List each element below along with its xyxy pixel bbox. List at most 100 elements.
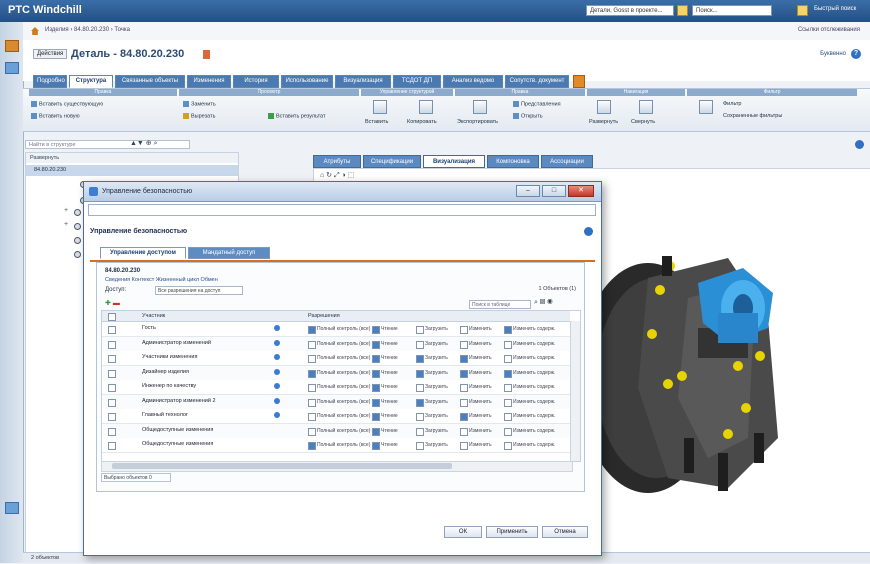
permission-checkbox[interactable] [460,442,468,450]
tree-node-icon[interactable] [74,237,81,244]
quick-search-link[interactable]: Быстрый поиск [814,6,856,12]
permission-checkbox[interactable] [504,427,512,436]
tab-usage[interactable]: Использование [281,75,333,88]
paste-icon[interactable] [373,100,387,114]
minimize-button[interactable]: – [516,185,540,197]
permission-checkbox[interactable] [416,442,424,450]
permission-checkbox[interactable] [460,340,468,349]
tab-visualization[interactable]: Визуализация [335,75,391,88]
scroll-thumb[interactable] [112,463,452,469]
table-row[interactable]: Дизайнер изделия Полный контроль (все) Чте… [102,365,570,381]
permission-checkbox[interactable] [416,427,424,436]
collapse-icon[interactable] [639,100,653,114]
permission-checkbox[interactable] [460,326,468,334]
info-icon[interactable] [274,412,280,418]
row-checkbox[interactable] [108,398,116,407]
search-go-button[interactable] [797,5,808,16]
ok-button[interactable]: ОК [444,526,482,538]
table-tools[interactable]: ⌕ ▤ ◉ [534,299,553,307]
cut-button[interactable]: Вырезать [183,113,263,119]
table-row[interactable]: Гость Полный контроль (все) Чтение Загрузит… [102,322,570,337]
structure-tools[interactable]: ▲▼ ⊕ ⌕ [130,139,158,148]
expand-panel-icon[interactable] [855,140,864,149]
insert-existing-button[interactable]: Вставить существующую [31,101,171,107]
table-row[interactable]: Администратор изменений Полный контроль (… [102,336,570,352]
row-checkbox[interactable] [108,427,116,436]
permission-checkbox[interactable] [504,340,512,349]
cancel-button[interactable]: Отмена [542,526,588,538]
table-row[interactable]: Общедоступные изменения Полный контроль (… [102,423,570,439]
permission-checkbox[interactable] [308,384,316,392]
row-checkbox[interactable] [108,413,116,421]
home-icon[interactable] [31,27,39,35]
permission-checkbox[interactable] [460,369,468,378]
breadcrumb-text[interactable]: Изделия › 84.80.20.230 › Точка [45,27,130,33]
table-row[interactable]: Участники изменения Полный контроль (все)… [102,351,570,366]
tab-documents[interactable]: Сопутств. документ [505,75,569,88]
tab-structure[interactable]: Структура [69,75,113,88]
permission-checkbox[interactable] [372,413,380,421]
saved-filters-button[interactable]: Сохраненные фильтры [723,113,853,119]
table-row[interactable]: Инженер по качеству Полный контроль (все)… [102,380,570,395]
permission-checkbox[interactable] [372,355,380,363]
permission-checkbox[interactable] [504,442,512,450]
tab-specifications[interactable]: Спецификации [363,155,421,168]
tab-mandatory-access[interactable]: Мандатный доступ [188,247,270,259]
horizontal-scrollbar[interactable] [101,461,573,472]
permission-checkbox[interactable] [460,413,468,421]
tree-node-icon[interactable] [74,251,81,258]
tab-tsdot[interactable]: ТСДОТ ДП [393,75,441,88]
expand-label[interactable]: Развернуть [589,119,629,125]
column-permissions[interactable]: Разрешения [308,311,428,321]
permission-checkbox[interactable] [416,340,424,349]
permission-checkbox[interactable] [372,384,380,392]
filter-button[interactable]: Фильтр [723,101,823,107]
tab-associations[interactable]: Ассоциации [541,155,593,168]
tree-node-icon[interactable] [74,209,81,216]
permission-checkbox[interactable] [372,442,380,450]
copy-label[interactable]: Копировать [407,119,449,125]
permission-checkbox[interactable] [504,398,512,407]
tracking-links[interactable]: Ссылки отслеживания [798,27,860,33]
navigator-icon[interactable] [5,502,19,514]
row-checkbox[interactable] [108,340,116,349]
permission-checkbox[interactable] [372,326,380,334]
permission-checkbox[interactable] [308,369,316,378]
filter-icon[interactable] [699,100,713,114]
table-row[interactable]: Администратор изменений 2 Полный контроль… [102,394,570,410]
tab-details[interactable]: Подробно [33,75,67,88]
tab-history[interactable]: История [233,75,279,88]
permission-checkbox[interactable] [460,427,468,436]
actions-button[interactable]: Действия [33,49,68,59]
tab-access-control[interactable]: Управление доступом [100,247,186,259]
insert-result-button[interactable]: Вставить результат [268,113,358,119]
permission-checkbox[interactable] [504,355,512,363]
clipboard-icon[interactable] [5,62,19,74]
permission-checkbox[interactable] [460,398,468,407]
help-icon[interactable] [584,227,593,236]
permission-checkbox[interactable] [504,413,512,421]
replace-button[interactable]: Заменить [183,101,263,107]
structure-search-input[interactable]: Найти в структуре [25,140,190,149]
tree-expand-icon[interactable]: + [64,207,68,214]
row-checkbox[interactable] [108,369,116,378]
copy-icon[interactable] [419,100,433,114]
permission-checkbox[interactable] [416,398,424,407]
add-remove-icons[interactable]: ✚ ▬ [105,299,120,307]
close-button[interactable]: ✕ [568,185,594,197]
permission-checkbox[interactable] [372,369,380,378]
add-participant-icon[interactable]: ✚ [105,300,111,307]
permission-checkbox[interactable] [504,326,512,334]
insert-new-button[interactable]: Вставить новую [31,113,171,119]
dialog-titlebar[interactable]: Управление безопасностью – □ ✕ [84,182,601,202]
permission-checkbox[interactable] [416,413,424,421]
3d-model-image[interactable] [578,238,818,498]
apply-button[interactable]: Применить [486,526,538,538]
export-label[interactable]: Экспортировать [457,119,509,125]
access-select[interactable]: Все разрешения на доступ [155,286,243,295]
collapse-label[interactable]: Свернуть [631,119,671,125]
permission-checkbox[interactable] [460,384,468,392]
info-icon[interactable] [274,397,280,404]
permission-checkbox[interactable] [460,355,468,363]
permission-checkbox[interactable] [308,355,316,363]
